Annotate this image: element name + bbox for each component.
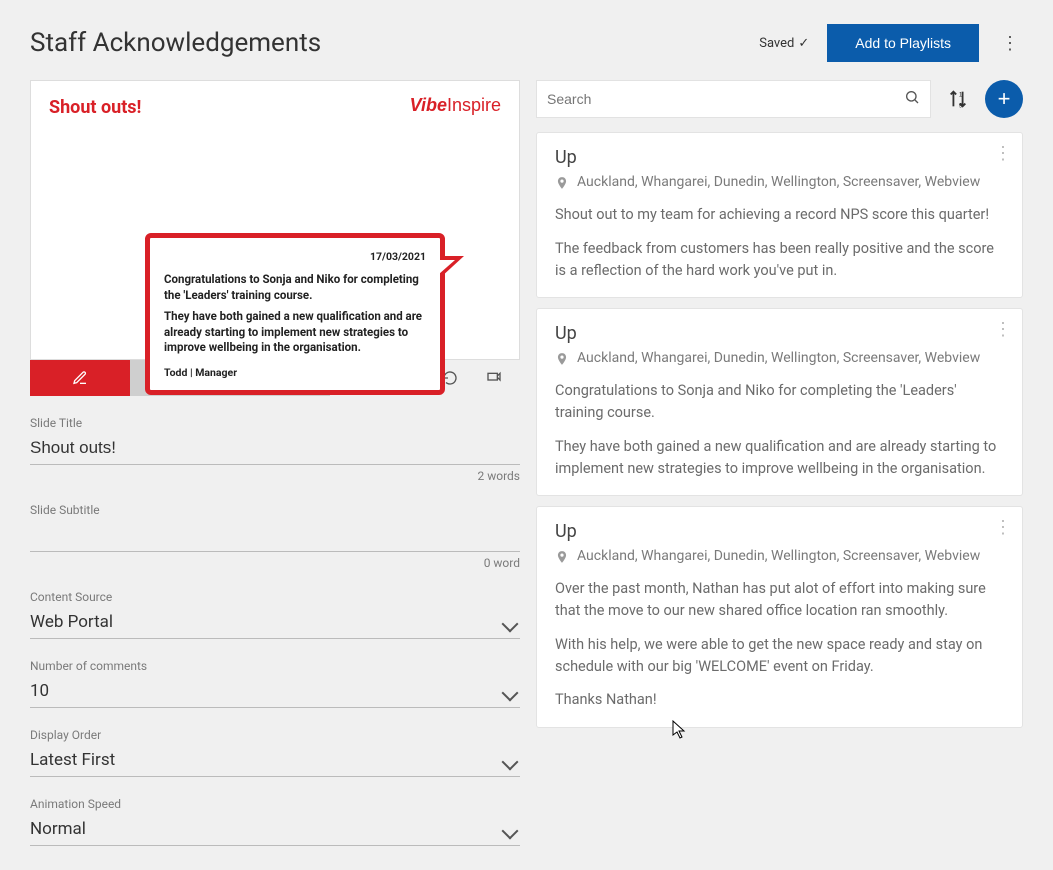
card-more-button[interactable]	[994, 517, 1012, 538]
card-title: Up	[555, 521, 1004, 542]
display-order-label: Display Order	[30, 728, 520, 742]
check-icon	[798, 36, 809, 51]
card-body: Congratulations to Sonja and Niko for co…	[555, 380, 1004, 479]
location-pin-icon	[555, 550, 569, 568]
card-location: Auckland, Whangarei, Dunedin, Wellington…	[555, 174, 1004, 194]
card-body: Shout out to my team for achieving a rec…	[555, 204, 1004, 281]
animation-speed-label: Animation Speed	[30, 797, 520, 811]
slide-paragraph-2: They have both gained a new qualificatio…	[164, 309, 426, 356]
plus-icon	[998, 86, 1011, 112]
location-pin-icon	[555, 176, 569, 194]
vibe-inspire-logo: VibeInspire	[410, 95, 501, 116]
card-location: Auckland, Whangarei, Dunedin, Wellington…	[555, 350, 1004, 370]
speech-bubble: 17/03/2021 Congratulations to Sonja and …	[145, 233, 445, 395]
comment-card[interactable]: Up Auckland, Whangarei, Dunedin, Wellingt…	[536, 132, 1023, 298]
pencil-icon	[72, 370, 88, 386]
page-title: Staff Acknowledgements	[30, 28, 321, 58]
more-menu-button[interactable]	[997, 29, 1023, 58]
comment-card[interactable]: Up Auckland, Whangarei, Dunedin, Wellingt…	[536, 308, 1023, 496]
slide-preview: Shout outs! VibeInspire 17/03/2021 Congr…	[30, 80, 520, 360]
card-title: Up	[555, 323, 1004, 344]
slide-date: 17/03/2021	[164, 250, 426, 264]
animation-speed-select[interactable]: Normal	[30, 815, 520, 846]
num-comments-select[interactable]: 10	[30, 677, 520, 708]
content-source-label: Content Source	[30, 590, 520, 604]
slide-paragraph-1: Congratulations to Sonja and Niko for co…	[164, 272, 426, 303]
card-location: Auckland, Whangarei, Dunedin, Wellington…	[555, 548, 1004, 568]
svg-text:9: 9	[959, 102, 963, 109]
saved-indicator: Saved	[759, 36, 809, 51]
comment-card[interactable]: Up Auckland, Whangarei, Dunedin, Wellingt…	[536, 506, 1023, 728]
present-button[interactable]	[472, 360, 516, 396]
slide-subtitle-input[interactable]	[30, 521, 520, 552]
svg-text:1: 1	[959, 91, 963, 98]
search-box[interactable]	[536, 80, 931, 118]
page-header: Staff Acknowledgements Saved Add to Play…	[30, 24, 1023, 62]
search-icon[interactable]	[904, 89, 920, 109]
sort-icon: 19	[947, 88, 969, 110]
card-more-button[interactable]	[994, 319, 1012, 340]
slide-subtitle-wordcount: 0 word	[30, 556, 520, 570]
add-to-playlists-button[interactable]: Add to Playlists	[827, 24, 979, 62]
card-title: Up	[555, 147, 1004, 168]
present-icon	[486, 370, 502, 386]
search-input[interactable]	[547, 91, 904, 107]
slide-author: Todd | Manager	[164, 366, 426, 380]
edit-tab-button[interactable]	[30, 360, 130, 396]
add-button[interactable]	[985, 80, 1023, 118]
slide-title-input[interactable]	[30, 434, 520, 465]
display-order-select[interactable]: Latest First	[30, 746, 520, 777]
card-more-button[interactable]	[994, 143, 1012, 164]
sort-button[interactable]: 19	[947, 88, 969, 110]
card-body: Over the past month, Nathan has put alot…	[555, 578, 1004, 711]
location-pin-icon	[555, 352, 569, 370]
slide-subtitle-label: Slide Subtitle	[30, 503, 520, 517]
slide-title-wordcount: 2 words	[30, 469, 520, 483]
content-source-select[interactable]: Web Portal	[30, 608, 520, 639]
num-comments-label: Number of comments	[30, 659, 520, 673]
